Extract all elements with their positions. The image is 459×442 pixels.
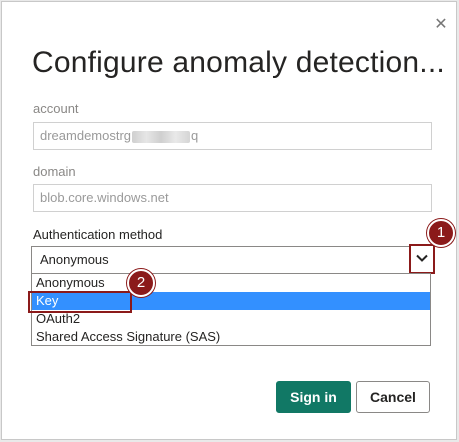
close-icon[interactable]: ✕	[432, 16, 450, 34]
cancel-button[interactable]: Cancel	[356, 381, 430, 413]
account-field[interactable]: dreamdemostrg q	[33, 122, 432, 150]
auth-method-select[interactable]: Anonymous	[31, 246, 430, 274]
account-value-end: q	[191, 128, 199, 143]
chevron-down-icon	[416, 254, 428, 262]
auth-method-label: Authentication method	[33, 227, 163, 242]
step-badge-2: 2	[127, 269, 155, 297]
step-badge-1: 1	[427, 219, 455, 247]
option-anonymous[interactable]: Anonymous	[32, 274, 430, 292]
dialog-title: Configure anomaly detection...	[32, 46, 445, 79]
account-value-start: dreamdemostrg	[40, 128, 132, 143]
account-label: account	[33, 101, 79, 116]
sign-in-button[interactable]: Sign in	[276, 381, 351, 413]
domain-field[interactable]: blob.core.windows.net	[33, 184, 432, 212]
domain-label: domain	[33, 164, 76, 179]
option-sas[interactable]: Shared Access Signature (SAS)	[32, 328, 430, 346]
configure-dialog: ✕ Configure anomaly detection... account…	[1, 1, 457, 440]
key-option-highlight	[28, 291, 132, 313]
auth-dropdown-toggle[interactable]	[409, 244, 435, 274]
redacted-blur	[132, 130, 191, 143]
